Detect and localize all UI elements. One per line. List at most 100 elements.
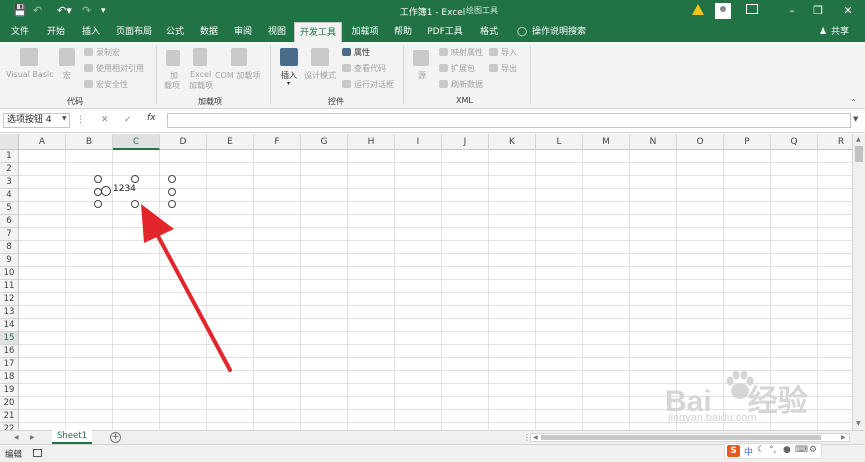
tab-addins[interactable]: 加载项 (346, 22, 384, 42)
row-header[interactable]: 15 (0, 332, 19, 345)
column-header[interactable]: A (19, 134, 66, 150)
settings-icon[interactable]: ⚙ (809, 445, 817, 455)
next-sheet-icon[interactable]: ▶ (30, 434, 35, 441)
row-header[interactable]: 18 (0, 371, 19, 384)
tell-me-search[interactable]: 操作说明搜索 (532, 22, 592, 42)
keyboard-icon[interactable]: ⌨ (795, 445, 808, 455)
tab-review[interactable]: 审阅 (228, 22, 258, 42)
tab-file[interactable]: 文件 (6, 22, 34, 42)
sheet-tab[interactable]: Sheet1 (52, 430, 92, 444)
column-header[interactable]: I (395, 134, 442, 150)
column-header[interactable]: O (677, 134, 724, 150)
insert-dropdown-icon[interactable]: ▾ (287, 80, 290, 87)
excel-addins-button-line2[interactable]: 加载项 (189, 80, 213, 91)
resize-handle[interactable] (168, 200, 176, 208)
row-header[interactable]: 3 (0, 176, 19, 189)
column-header[interactable]: C (113, 134, 160, 150)
resize-handle[interactable] (131, 200, 139, 208)
export-button[interactable]: 导出 (501, 63, 517, 74)
expand-formula-bar-icon[interactable]: ▼ (853, 115, 858, 123)
row-header[interactable]: 13 (0, 306, 19, 319)
resize-handle[interactable] (131, 175, 139, 183)
column-header[interactable]: D (160, 134, 207, 150)
record-macro-button[interactable]: 录制宏 (96, 47, 120, 58)
refresh-data-button[interactable]: 刷新数据 (451, 79, 483, 90)
minimize-button[interactable]: – (780, 2, 804, 20)
row-header[interactable]: 1 (0, 150, 19, 163)
restore-button[interactable]: ❐ (806, 2, 830, 20)
tab-formulas[interactable]: 公式 (160, 22, 190, 42)
tab-pdf-tools[interactable]: PDF工具 (422, 22, 468, 42)
column-header[interactable]: N (630, 134, 677, 150)
addins-button-line2[interactable]: 载项 (164, 80, 180, 91)
column-header[interactable]: Q (771, 134, 818, 150)
macro-security-button[interactable]: 宏安全性 (96, 79, 128, 90)
vertical-scrollbar[interactable]: ▲ ▼ (852, 134, 865, 430)
column-header[interactable]: L (536, 134, 583, 150)
enter-icon[interactable]: ✓ (124, 115, 132, 125)
properties-button[interactable]: 属性 (354, 47, 370, 58)
tab-home[interactable]: 开始 (42, 22, 70, 42)
column-header[interactable]: B (66, 134, 113, 150)
row-header[interactable]: 17 (0, 358, 19, 371)
map-properties-button[interactable]: 映射属性 (451, 47, 483, 58)
resize-handle[interactable] (168, 175, 176, 183)
name-box-dropdown-icon[interactable]: ▼ (62, 115, 67, 122)
ime-toolbar[interactable]: S 中 ☾ °, ● ⌨ ⚙ (724, 443, 822, 459)
resize-handle[interactable] (94, 200, 102, 208)
tab-help[interactable]: 帮助 (388, 22, 418, 42)
expansion-packs-button[interactable]: 扩展包 (451, 63, 475, 74)
resize-handle[interactable] (94, 175, 102, 183)
column-header[interactable]: M (583, 134, 630, 150)
warning-icon[interactable] (692, 4, 704, 15)
row-header[interactable]: 5 (0, 202, 19, 215)
column-header[interactable]: K (489, 134, 536, 150)
scroll-left-icon[interactable]: ◀ (533, 434, 538, 441)
column-header[interactable]: H (348, 134, 395, 150)
sogou-ime-icon[interactable]: S (727, 445, 740, 457)
design-mode-button[interactable]: 设计模式 (304, 70, 336, 81)
add-sheet-icon[interactable]: + (110, 432, 121, 443)
relative-refs-button[interactable]: 使用相对引用 (96, 63, 144, 74)
scroll-up-icon[interactable]: ▲ (856, 136, 861, 143)
insert-function-button[interactable]: fx (147, 113, 156, 123)
column-header[interactable]: G (301, 134, 348, 150)
moon-icon[interactable]: ☾ (757, 445, 765, 455)
select-all-corner[interactable] (0, 134, 19, 150)
view-code-button[interactable]: 查看代码 (354, 63, 386, 74)
xml-source-button[interactable]: 源 (418, 70, 426, 81)
row-header[interactable]: 20 (0, 397, 19, 410)
user-avatar[interactable] (715, 3, 731, 19)
tab-insert[interactable]: 插入 (76, 22, 106, 42)
visual-basic-button[interactable]: Visual Basic (6, 70, 54, 79)
tab-view[interactable]: 视图 (262, 22, 292, 42)
cancel-icon[interactable]: ✕ (101, 115, 109, 125)
row-header[interactable]: 7 (0, 228, 19, 241)
column-header[interactable]: R (818, 134, 852, 150)
row-header[interactable]: 8 (0, 241, 19, 254)
row-header[interactable]: 11 (0, 280, 19, 293)
row-header[interactable]: 16 (0, 345, 19, 358)
tab-developer[interactable]: 开发工具 (294, 22, 342, 42)
formula-input[interactable] (167, 113, 851, 128)
scroll-down-icon[interactable]: ▼ (856, 420, 861, 427)
tab-format[interactable]: 格式 (472, 22, 506, 42)
column-header[interactable]: J (442, 134, 489, 150)
row-header[interactable]: 14 (0, 319, 19, 332)
resize-handle[interactable] (168, 188, 176, 196)
vertical-scroll-thumb[interactable] (855, 146, 863, 162)
row-header[interactable]: 10 (0, 267, 19, 280)
import-button[interactable]: 导入 (501, 47, 517, 58)
scroll-right-icon[interactable]: ▶ (841, 434, 846, 441)
ime-language-indicator[interactable]: 中 (744, 445, 753, 458)
share-button[interactable]: 共享 (828, 22, 852, 42)
row-header[interactable]: 12 (0, 293, 19, 306)
tab-page-layout[interactable]: 页面布局 (112, 22, 156, 42)
punctuation-icon[interactable]: °, (769, 445, 776, 455)
tab-data[interactable]: 数据 (194, 22, 224, 42)
row-header[interactable]: 19 (0, 384, 19, 397)
excel-addins-button-line1[interactable]: Excel (190, 70, 211, 79)
column-header[interactable]: F (254, 134, 301, 150)
row-header[interactable]: 2 (0, 163, 19, 176)
run-dialog-button[interactable]: 运行对话框 (354, 79, 394, 90)
